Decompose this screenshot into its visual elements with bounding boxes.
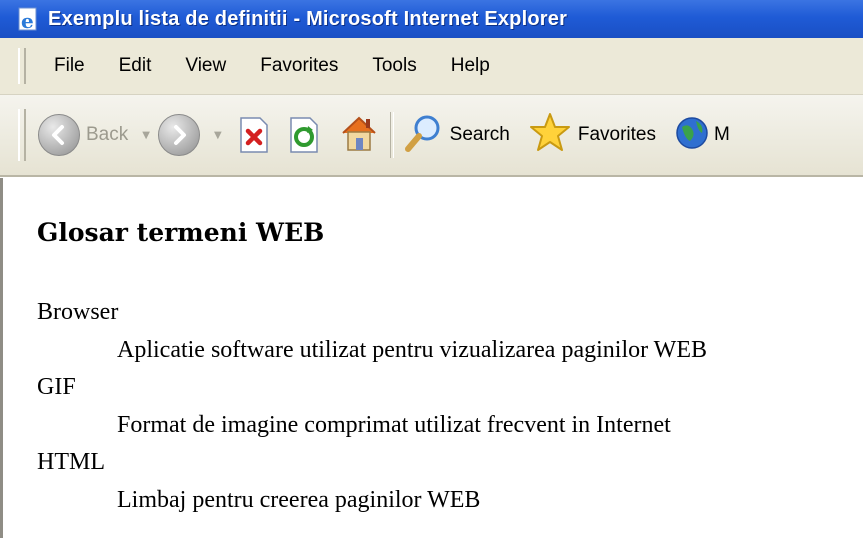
media-button[interactable]: M <box>674 113 730 157</box>
page-heading: Glosar termeni WEB <box>37 218 325 247</box>
menu-help[interactable]: Help <box>433 51 506 81</box>
menu-file[interactable]: File <box>36 51 101 81</box>
standard-toolbar: Back ▼ ▼ Search Favorites M <box>0 95 863 177</box>
home-icon <box>338 113 380 157</box>
back-label: Back <box>86 124 129 145</box>
favorites-star-icon <box>528 111 572 159</box>
search-label: Search <box>449 124 510 145</box>
toolbar-separator <box>389 112 394 158</box>
media-globe-icon <box>674 113 714 157</box>
ie-page-icon: e <box>16 6 42 33</box>
home-button[interactable] <box>338 113 380 157</box>
search-icon <box>404 113 444 157</box>
back-button[interactable]: Back <box>38 114 128 156</box>
menu-favorites[interactable]: Favorites <box>242 51 354 81</box>
forward-arrow-icon <box>157 114 200 156</box>
definition-list: Browser Aplicatie software utilizat pent… <box>37 295 707 520</box>
favorites-button[interactable]: Favorites <box>528 111 656 159</box>
forward-dropdown-icon[interactable]: ▼ <box>214 130 222 141</box>
refresh-button[interactable] <box>288 116 320 154</box>
menu-view[interactable]: View <box>167 51 242 81</box>
toolbar-grip[interactable] <box>18 109 26 161</box>
window-title-bar[interactable]: e Exemplu lista de definitii - Microsoft… <box>0 0 863 38</box>
menu-tools[interactable]: Tools <box>354 51 432 81</box>
back-dropdown-icon[interactable]: ▼ <box>142 130 150 141</box>
definition-description: Format de imagine comprimat utilizat fre… <box>117 412 671 438</box>
definition-term: Browser <box>37 299 119 325</box>
refresh-icon <box>288 116 320 154</box>
definition-term: GIF <box>37 374 76 400</box>
menubar-grip[interactable] <box>18 48 26 84</box>
definition-term: HTML <box>37 449 105 475</box>
window-title: Exemplu lista de definitii - Microsoft I… <box>48 7 568 30</box>
favorites-label: Favorites <box>577 124 656 145</box>
forward-button[interactable] <box>157 114 200 156</box>
svg-text:e: e <box>21 9 34 32</box>
stop-button[interactable] <box>238 116 270 154</box>
menu-bar: File Edit View Favorites Tools Help <box>0 38 863 95</box>
stop-icon <box>238 116 270 154</box>
search-button[interactable]: Search <box>404 113 510 157</box>
menu-edit[interactable]: Edit <box>101 51 168 81</box>
media-label: M <box>714 124 730 145</box>
page-content[interactable]: Glosar termeni WEB Browser Aplicatie sof… <box>0 178 863 538</box>
definition-description: Aplicatie software utilizat pentru vizua… <box>117 337 707 363</box>
definition-description: Limbaj pentru creerea paginilor WEB <box>117 487 481 513</box>
back-arrow-icon <box>38 114 80 156</box>
